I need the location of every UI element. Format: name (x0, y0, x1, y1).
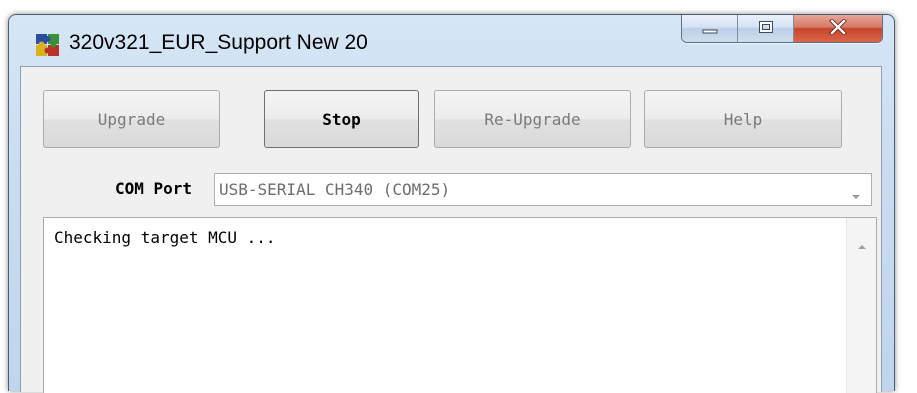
log-scrollbar[interactable] (846, 218, 876, 393)
client-area: Upgrade Stop Re-Upgrade Help COM Port US… (20, 66, 882, 393)
upgrade-button[interactable]: Upgrade (43, 90, 220, 148)
minimize-icon (702, 19, 718, 38)
com-port-select[interactable]: USB-SERIAL CH340 (COM25) (214, 173, 872, 206)
minimize-button[interactable] (682, 15, 738, 42)
log-text: Checking target MCU ... (54, 228, 276, 247)
title-bar[interactable]: 320v321_EUR_Support New 20 (9, 15, 894, 67)
maximize-button[interactable] (738, 15, 794, 42)
app-window: 320v321_EUR_Support New 20 Upgrade Stop … (8, 14, 895, 393)
stop-button[interactable]: Stop (264, 90, 419, 148)
caption-buttons (681, 15, 883, 43)
maximize-icon (758, 19, 774, 38)
chevron-down-icon[interactable] (851, 186, 861, 199)
help-button[interactable]: Help (644, 90, 842, 148)
scroll-up-arrow-icon[interactable] (857, 236, 867, 249)
puzzle-app-icon[interactable] (35, 33, 61, 57)
close-icon (829, 17, 847, 39)
log-output[interactable]: Checking target MCU ... (43, 217, 877, 393)
window-title: 320v321_EUR_Support New 20 (69, 31, 368, 54)
reupgrade-button[interactable]: Re-Upgrade (434, 90, 631, 148)
com-port-label: COM Port (115, 179, 193, 198)
close-button[interactable] (794, 15, 882, 42)
com-port-value: USB-SERIAL CH340 (COM25) (219, 180, 451, 199)
